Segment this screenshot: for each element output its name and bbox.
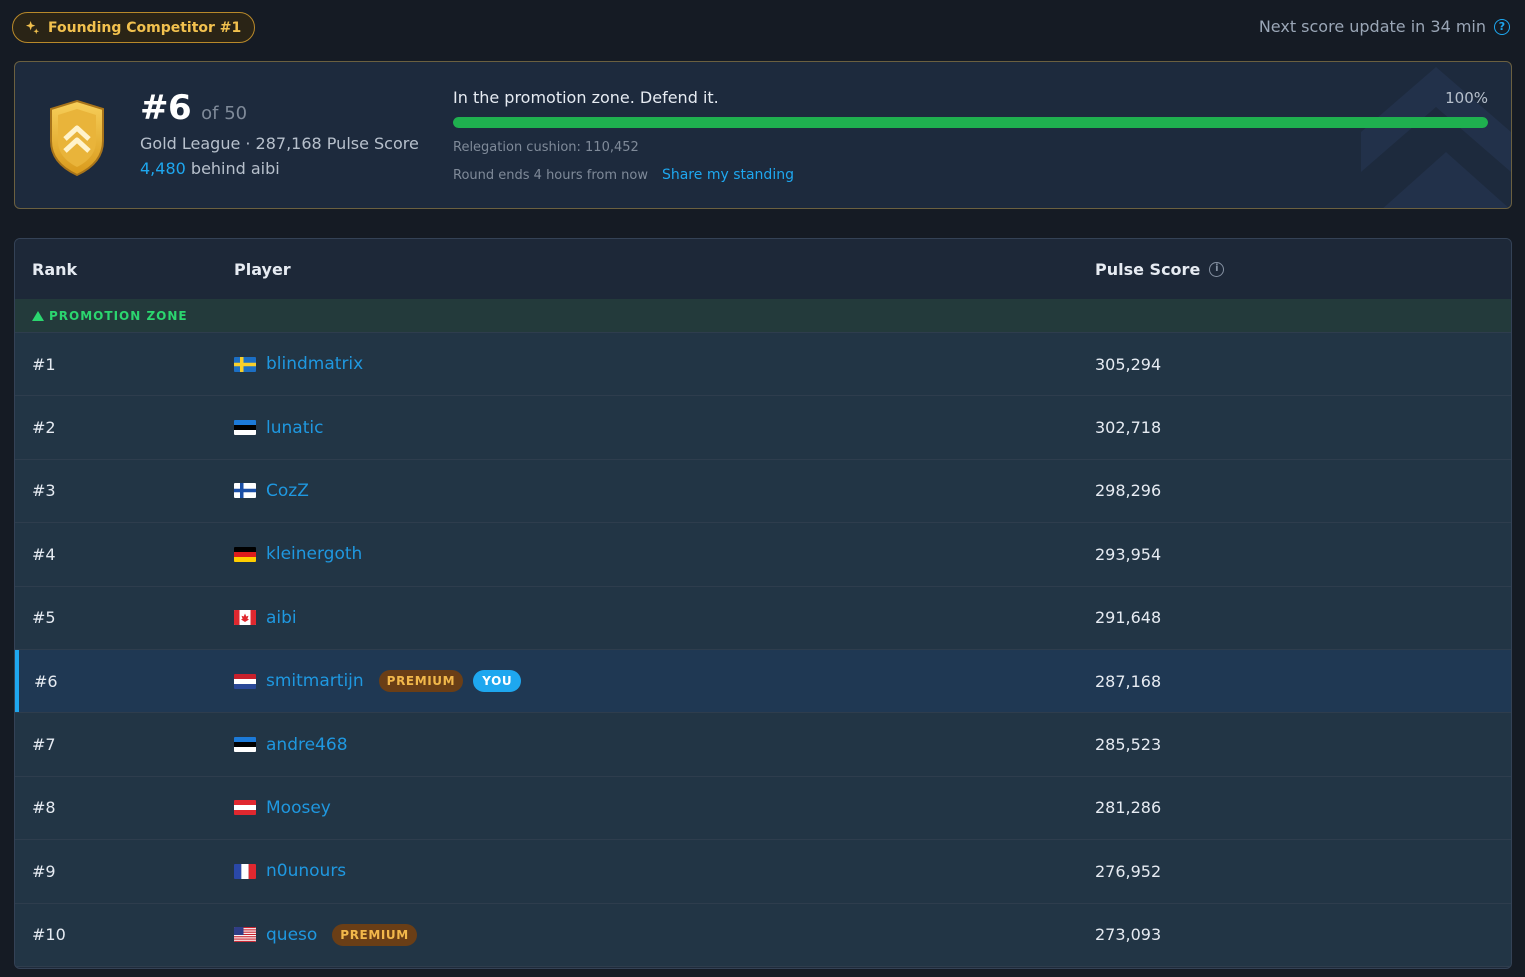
behind-line: 4,480 behind aibi (140, 159, 419, 178)
leaderboard-table: Rank Player Pulse Score i PROMOTION ZONE… (14, 238, 1512, 969)
rank-total: of 50 (201, 103, 248, 124)
premium-badge: PREMIUM (378, 670, 464, 693)
sparkle-icon (25, 20, 40, 35)
country-flag-icon (234, 737, 266, 753)
row-rank: #1 (32, 354, 56, 374)
table-row[interactable]: #5 aibi 291,648 (15, 586, 1511, 650)
row-score: 291,648 (1095, 608, 1162, 628)
row-score: 285,523 (1095, 735, 1162, 755)
table-header: Rank Player Pulse Score i (15, 239, 1511, 299)
row-rank: #5 (32, 608, 56, 628)
round-ends: Round ends 4 hours from now (453, 167, 648, 183)
row-rank: #6 (34, 671, 58, 691)
player-name-link[interactable]: andre468 (266, 735, 348, 755)
info-icon[interactable]: i (1209, 261, 1225, 277)
current-rank: #6 (140, 88, 192, 128)
row-rank: #3 (32, 481, 56, 501)
behind-text: behind aibi (190, 159, 280, 178)
country-flag-icon (234, 610, 266, 626)
progress-percent: 100% (1445, 88, 1488, 107)
row-score: 302,718 (1095, 418, 1162, 438)
row-score: 293,954 (1095, 544, 1162, 564)
score-column-header[interactable]: Pulse Score i (1095, 259, 1225, 279)
help-icon[interactable]: ? (1494, 18, 1510, 35)
score-column-label: Pulse Score (1095, 259, 1201, 279)
founding-competitor-label: Founding Competitor #1 (48, 19, 242, 36)
player-name-link[interactable]: aibi (266, 608, 297, 628)
row-rank: #4 (32, 544, 56, 564)
table-row-current-user[interactable]: #6 smitmartijn PREMIUM YOU 287,168 (15, 649, 1511, 714)
player-name-link[interactable]: queso (266, 925, 317, 945)
row-score: 298,296 (1095, 481, 1162, 501)
player-name-link[interactable]: kleinergoth (266, 544, 362, 564)
table-body: #1 blindmatrix 305,294 #2 lunatic 302,718 #3 Co… (15, 333, 1511, 967)
row-score: 287,168 (1095, 671, 1162, 691)
zone-message: In the promotion zone. Defend it. (453, 88, 719, 107)
row-rank: #10 (32, 925, 66, 945)
founding-competitor-badge[interactable]: Founding Competitor #1 (12, 12, 256, 43)
table-row[interactable]: #3 CozZ 298,296 (15, 459, 1511, 524)
row-score: 273,093 (1095, 925, 1162, 945)
behind-amount: 4,480 (140, 159, 186, 178)
relegation-cushion: Relegation cushion: 110,452 (453, 140, 639, 155)
standing-card: #6 of 50 Gold League · 287,168 Pulse Sco… (14, 61, 1512, 209)
row-player: queso PREMIUM (234, 923, 417, 946)
rank-summary: #6 of 50 Gold League · 287,168 Pulse Sco… (140, 88, 419, 178)
country-flag-icon (234, 800, 266, 816)
row-player: Moosey (234, 798, 331, 818)
row-score: 281,286 (1095, 798, 1162, 818)
player-name-link[interactable]: n0unours (266, 861, 346, 881)
player-name-link[interactable]: lunatic (266, 418, 323, 438)
row-player: blindmatrix (234, 354, 363, 374)
table-row[interactable]: #2 lunatic 302,718 (15, 396, 1511, 460)
progress-bar (453, 117, 1488, 128)
country-flag-icon (234, 863, 266, 879)
premium-badge: PREMIUM (332, 923, 417, 946)
row-rank: #7 (32, 735, 56, 755)
zone-progress: In the promotion zone. Defend it. 100% R… (453, 88, 1488, 183)
country-flag-icon (234, 420, 266, 436)
player-name-link[interactable]: CozZ (266, 481, 309, 501)
table-row[interactable]: #8 Moosey 281,286 (15, 776, 1511, 841)
row-rank: #8 (32, 798, 56, 818)
player-name-link[interactable]: blindmatrix (266, 354, 363, 374)
row-score: 276,952 (1095, 861, 1162, 881)
row-player: kleinergoth (234, 544, 362, 564)
progress-bar-fill (453, 117, 1488, 128)
row-player: lunatic (234, 418, 323, 438)
country-flag-icon (234, 356, 266, 372)
current-user-accent (15, 649, 19, 713)
next-score-update: Next score update in 34 min ? (1259, 17, 1510, 36)
player-name-link[interactable]: smitmartijn (266, 671, 364, 691)
rank-column-header[interactable]: Rank (32, 260, 77, 279)
row-player: n0unours (234, 861, 346, 881)
you-badge: YOU (473, 670, 522, 693)
country-flag-icon (234, 546, 266, 562)
country-flag-icon (234, 483, 266, 499)
table-row[interactable]: #1 blindmatrix 305,294 (15, 333, 1511, 397)
row-rank: #9 (32, 861, 56, 881)
row-player: andre468 (234, 735, 348, 755)
country-flag-icon (234, 673, 266, 689)
triangle-up-icon (32, 310, 44, 321)
row-player: smitmartijn PREMIUM YOU (234, 670, 522, 693)
country-flag-icon (234, 927, 266, 943)
player-name-link[interactable]: Moosey (266, 798, 331, 818)
promotion-zone-text: PROMOTION ZONE (49, 308, 188, 323)
table-row[interactable]: #7 andre468 285,523 (15, 713, 1511, 777)
table-row[interactable]: #9 n0unours 276,952 (15, 840, 1511, 904)
promotion-zone-label: PROMOTION ZONE (15, 299, 1511, 333)
table-row[interactable]: #4 kleinergoth 293,954 (15, 523, 1511, 587)
share-standing-link[interactable]: Share my standing (662, 167, 794, 183)
gold-league-shield-icon (50, 99, 104, 177)
table-row[interactable]: #10 queso PREMIUM 273,093 (15, 903, 1511, 967)
next-update-text: Next score update in 34 min (1258, 17, 1486, 36)
row-score: 305,294 (1095, 354, 1162, 374)
row-player: CozZ (234, 481, 309, 501)
row-rank: #2 (32, 418, 56, 438)
row-player: aibi (234, 608, 297, 628)
league-score-line: Gold League · 287,168 Pulse Score (140, 134, 419, 153)
player-column-header[interactable]: Player (234, 260, 291, 279)
